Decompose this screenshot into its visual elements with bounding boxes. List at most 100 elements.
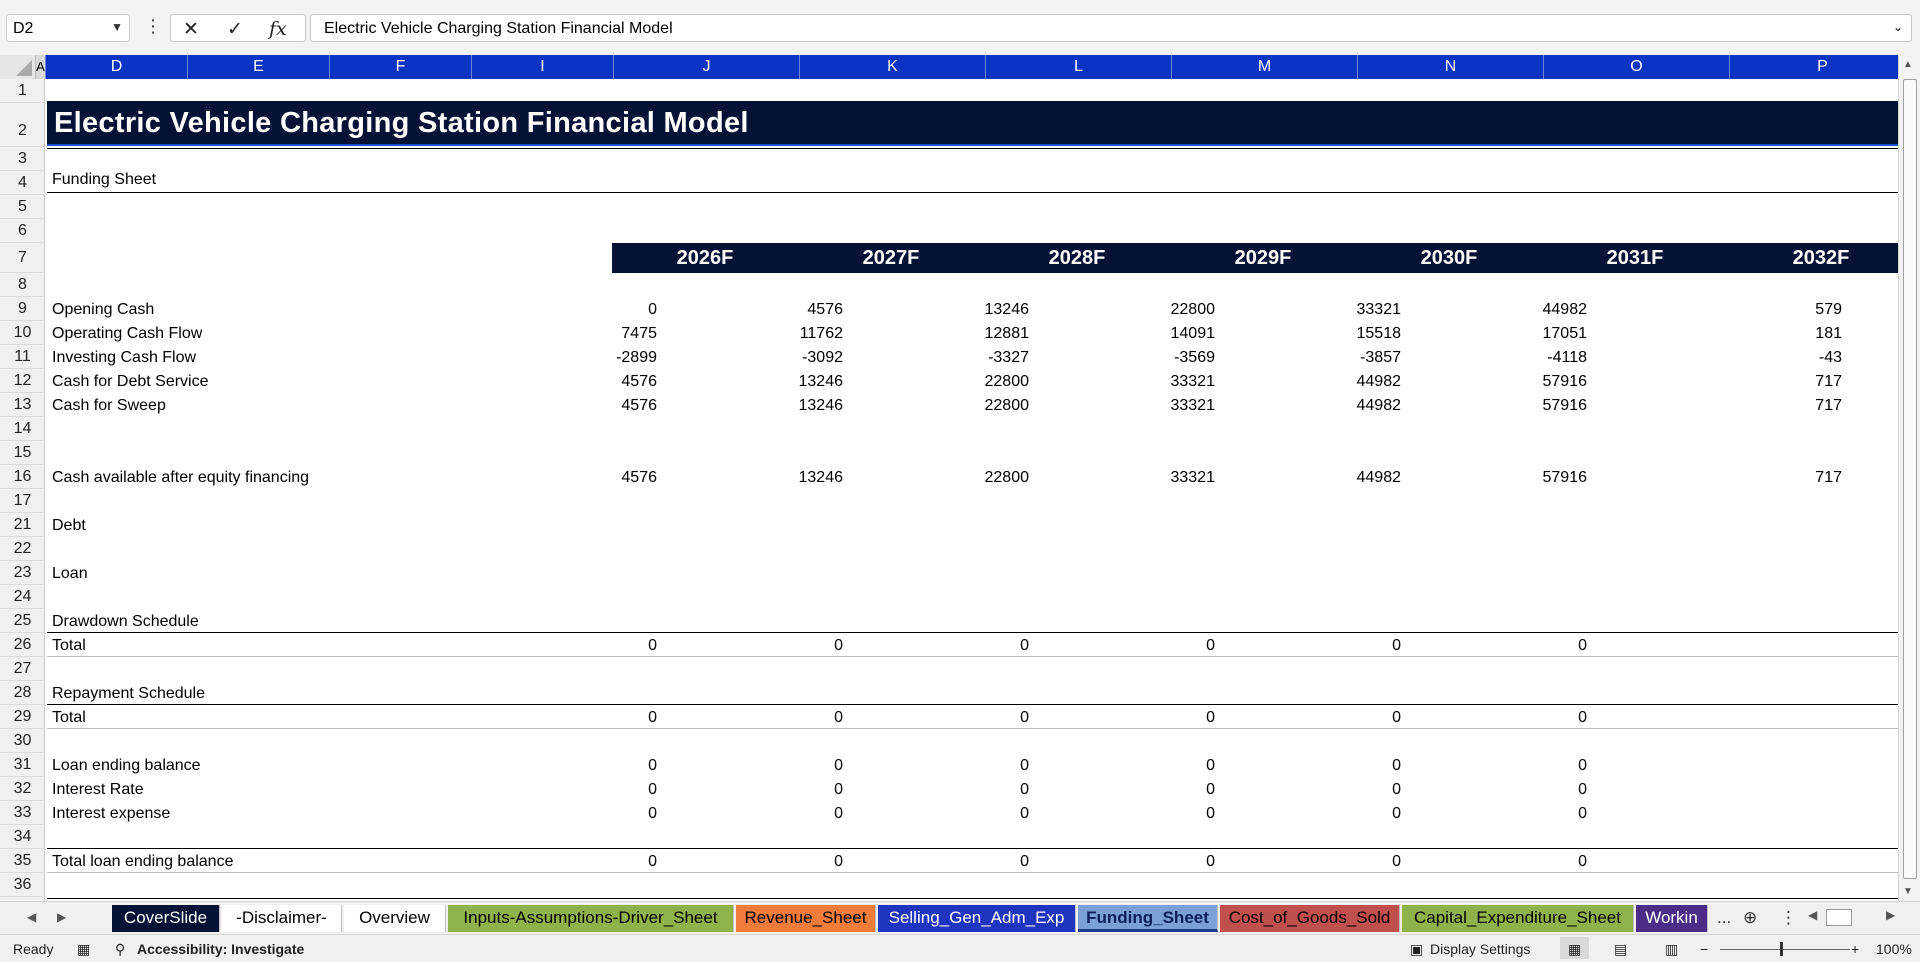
row-header-25[interactable]: 25 [0,609,45,633]
tab-scroll-right-icon[interactable]: ▶ [57,910,66,924]
line-item-value[interactable]: 0 [1035,805,1215,823]
insert-function-icon[interactable]: fx [269,18,287,40]
column-header-i[interactable]: I [472,55,614,79]
row-header-6[interactable]: 6 [0,219,45,243]
worksheet-grid[interactable]: ADEFIJKLMNOP 1 2 3 4 5 6 7 8 9 10 11 12 13 14 15 16 17 21… [0,55,1898,901]
line-item-value[interactable]: -3857 [1221,349,1401,367]
line-item-value[interactable]: 0 [477,853,657,871]
row-header-14[interactable]: 14 [0,417,45,441]
row-header-32[interactable]: 32 [0,777,45,801]
sheet-tab[interactable]: Selling_Gen_Adm_Exp [878,905,1076,932]
line-item-value[interactable]: 0 [1035,757,1215,775]
column-header-e[interactable]: E [188,55,330,79]
normal-view-icon[interactable]: ▦ [1560,937,1590,959]
row-header-30[interactable]: 30 [0,729,45,753]
line-item-value[interactable]: 579 [1662,301,1842,319]
column-header-p[interactable]: P [1730,55,1898,79]
line-item-value[interactable]: 0 [477,637,657,655]
line-item-value[interactable]: 12881 [849,325,1030,343]
tab-scroll-left-icon[interactable]: ◀ [27,910,36,924]
line-item-value[interactable]: 44982 [1407,301,1588,319]
row-header-4[interactable]: 4 [0,171,45,195]
page-break-preview-icon[interactable]: ▥ [1665,941,1678,958]
line-item-value[interactable]: 13246 [663,397,844,415]
row-header-2[interactable]: 2 [0,103,45,147]
line-item-value[interactable]: 0 [849,781,1029,799]
line-item-value[interactable]: 4576 [477,397,657,415]
line-item-value[interactable]: 0 [477,301,657,319]
sheet-tab[interactable]: -Disclaimer- [222,905,342,932]
line-item-value[interactable]: 0 [849,637,1029,655]
line-item-value[interactable]: 33321 [1035,469,1216,487]
line-item-value[interactable]: 4576 [477,469,657,487]
row-header-13[interactable]: 13 [0,393,45,417]
line-item-value[interactable]: 0 [1035,853,1215,871]
line-item-value[interactable]: 717 [1662,469,1842,487]
line-item-value[interactable]: -4118 [1407,349,1587,367]
scroll-left-icon[interactable]: ◀ [1808,908,1817,922]
cancel-icon[interactable]: ✕ [183,18,199,41]
scroll-up-icon[interactable]: ▲ [1903,59,1913,70]
sheet-tab[interactable]: Inputs-Assumptions-Driver_Sheet [448,905,734,932]
row-header-23[interactable]: 23 [0,561,45,585]
line-item-value[interactable]: 0 [663,853,843,871]
page-layout-icon[interactable]: ▤ [1614,941,1627,958]
line-item-value[interactable]: 4576 [663,301,843,319]
line-item-value[interactable]: 0 [663,805,843,823]
zoom-level[interactable]: 100% [1876,941,1912,957]
line-item-value[interactable]: -3327 [849,349,1029,367]
line-item-value[interactable]: 22800 [1035,301,1216,319]
row-header-17[interactable]: 17 [0,489,45,513]
line-item-value[interactable]: -3569 [1035,349,1215,367]
line-item-value[interactable]: 7475 [477,325,657,343]
line-item-value[interactable]: 57916 [1407,397,1588,415]
line-item-value[interactable]: 13246 [849,301,1030,319]
accessibility-icon[interactable]: ⚲ [115,941,125,958]
line-item-value[interactable]: -43 [1662,349,1842,367]
line-item-value[interactable]: 0 [663,781,843,799]
line-item-value[interactable]: 33321 [1035,397,1216,415]
scroll-down-icon[interactable]: ▼ [1903,886,1913,897]
line-item-value[interactable]: 0 [1407,709,1587,727]
line-item-value[interactable]: -2899 [477,349,657,367]
add-sheet-icon[interactable]: ⊕ [1743,908,1757,928]
column-header-l[interactable]: L [986,55,1172,79]
line-item-value[interactable]: 44982 [1221,373,1402,391]
line-item-value[interactable]: 11762 [663,325,843,343]
row-header-3[interactable]: 3 [0,147,45,171]
line-item-value[interactable]: 0 [1221,757,1401,775]
more-tabs-icon[interactable]: ... [1717,908,1731,928]
line-item-value[interactable]: 22800 [849,373,1030,391]
enter-icon[interactable]: ✓ [227,18,243,41]
line-item-value[interactable]: 0 [663,709,843,727]
line-item-value[interactable]: 0 [849,757,1029,775]
row-header-15[interactable]: 15 [0,441,45,465]
line-item-value[interactable]: 0 [663,637,843,655]
line-item-value[interactable]: 0 [477,709,657,727]
display-settings[interactable]: Display Settings [1430,941,1530,957]
line-item-value[interactable]: 0 [1407,637,1587,655]
line-item-value[interactable]: 0 [477,757,657,775]
line-item-value[interactable]: 13246 [663,373,844,391]
line-item-value[interactable]: 0 [1035,709,1215,727]
formula-input[interactable]: Electric Vehicle Charging Station Financ… [310,14,1912,42]
horizontal-scrollbar[interactable]: ◀ ▶ [1808,908,1908,928]
line-item-value[interactable]: -3092 [663,349,843,367]
line-item-value[interactable]: 0 [1221,805,1401,823]
row-header-27[interactable]: 27 [0,657,45,681]
line-item-value[interactable]: 0 [663,757,843,775]
row-header-24[interactable]: 24 [0,585,45,609]
column-header-n[interactable]: N [1358,55,1544,79]
sheet-tab[interactable]: Cost_of_Goods_Sold [1220,905,1400,932]
column-header-k[interactable]: K [800,55,986,79]
scroll-thumb[interactable] [1903,79,1917,879]
line-item-value[interactable]: 13246 [663,469,844,487]
accessibility-status[interactable]: Accessibility: Investigate [137,941,304,957]
line-item-value[interactable]: 0 [849,853,1029,871]
row-header-31[interactable]: 31 [0,753,45,777]
line-item-value[interactable]: 0 [1221,853,1401,871]
macro-record-icon[interactable]: ▦ [77,941,90,958]
row-header-28[interactable]: 28 [0,681,45,705]
line-item-value[interactable]: 17051 [1407,325,1588,343]
column-header-m[interactable]: M [1172,55,1358,79]
